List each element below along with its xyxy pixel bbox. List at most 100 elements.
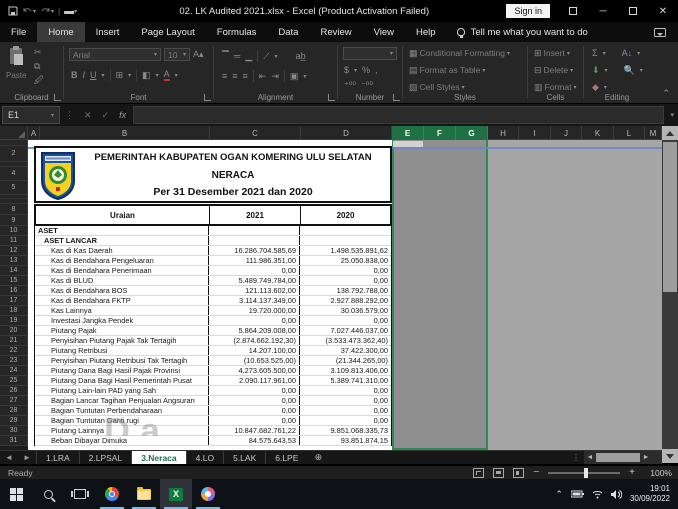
- format-as-table-button[interactable]: ▤ Format as Table▾: [409, 65, 485, 75]
- report-table-header[interactable]: Uraian 2021 2020: [34, 204, 392, 226]
- save-icon[interactable]: [8, 6, 18, 16]
- new-sheet-icon[interactable]: ⊕: [307, 451, 329, 464]
- cell-uraian[interactable]: ASET LANCAR: [35, 236, 209, 245]
- cell-styles-button[interactable]: ▧ Cell Styles▾: [409, 82, 465, 92]
- table-row-29[interactable]: Bagian Tuntutan Ganti rugi0,000,00: [35, 416, 391, 426]
- conditional-formatting-button[interactable]: ▦ Conditional Formatting▾: [409, 48, 510, 58]
- chrome-taskbar-button[interactable]: [96, 479, 128, 509]
- column-header-F[interactable]: F: [424, 126, 456, 140]
- cell-2020[interactable]: [300, 226, 391, 235]
- formula-input[interactable]: [133, 106, 664, 124]
- align-left-icon[interactable]: ≡: [222, 71, 227, 81]
- paint-taskbar-button[interactable]: [192, 479, 224, 509]
- page-break-view-icon[interactable]: [513, 468, 524, 478]
- cell-2020[interactable]: 0,00: [300, 266, 391, 275]
- menu-tab-home[interactable]: Home: [37, 22, 84, 42]
- vertical-scroll-thumb[interactable]: [663, 142, 677, 292]
- cell-2020[interactable]: 1.498.535.891,62: [300, 246, 391, 255]
- cell-2021[interactable]: 14.207.100,00: [209, 346, 300, 355]
- task-view-button[interactable]: [64, 479, 96, 509]
- scroll-up-icon[interactable]: [662, 126, 678, 140]
- row-header-29[interactable]: 29: [0, 416, 28, 426]
- zoom-slider[interactable]: [548, 472, 620, 474]
- tray-expand-icon[interactable]: ⌃: [555, 489, 563, 500]
- cell-2021[interactable]: 84.575.643,53: [209, 436, 300, 445]
- row-header-13[interactable]: 13: [0, 256, 28, 266]
- cell-2020[interactable]: 0,00: [300, 406, 391, 415]
- report-title-block[interactable]: PEMERINTAH KABUPATEN OGAN KOMERING ULU S…: [34, 146, 392, 203]
- cell-2020[interactable]: 0,00: [300, 416, 391, 425]
- row-header-19[interactable]: 19: [0, 316, 28, 326]
- column-header-H[interactable]: H: [488, 126, 519, 140]
- battery-icon[interactable]: [571, 490, 584, 498]
- column-header-A[interactable]: A: [28, 126, 40, 140]
- zoom-in-icon[interactable]: +: [629, 467, 635, 478]
- middle-align-icon[interactable]: ═: [234, 51, 240, 61]
- cell-uraian[interactable]: ASET: [35, 226, 209, 235]
- column-header-D[interactable]: D: [301, 126, 392, 140]
- cell-2020[interactable]: 0,00: [300, 386, 391, 395]
- table-row-18[interactable]: Kas Lainnya19.720.000,0030.036.579,00: [35, 306, 391, 316]
- tab-scroll-left-icon[interactable]: ◄: [0, 451, 18, 464]
- table-row-21[interactable]: Penyisihan Piutang Pajak Tak Tertagih(2.…: [35, 336, 391, 346]
- tab-splitter-icon[interactable]: ⋮: [568, 451, 584, 464]
- taskbar-clock[interactable]: 19:01 30/09/2022: [630, 484, 670, 504]
- menu-tab-insert[interactable]: Insert: [85, 22, 131, 42]
- cell-2020[interactable]: [300, 236, 391, 245]
- undo-icon[interactable]: ▾: [22, 7, 36, 16]
- row-header-30[interactable]: 30: [0, 426, 28, 436]
- cell-2021[interactable]: 121.113.602,00: [209, 286, 300, 295]
- cell-2020[interactable]: 3.109.813.406,00: [300, 366, 391, 375]
- format-painter-icon[interactable]: 🖉: [34, 75, 44, 85]
- cell-2021[interactable]: 0,00: [209, 386, 300, 395]
- clear-icon[interactable]: ◆: [592, 82, 599, 92]
- cell-2020[interactable]: 0,00: [300, 316, 391, 325]
- table-row-16[interactable]: Kas di Bendahara BOS121.113.602,00138.79…: [35, 286, 391, 296]
- column-header-L[interactable]: L: [614, 126, 645, 140]
- sort-filter-icon[interactable]: A↓: [622, 48, 633, 58]
- row-header-10[interactable]: 10: [0, 226, 28, 236]
- cell-2021[interactable]: 4.273.605.500,00: [209, 366, 300, 375]
- font-color-icon[interactable]: A: [164, 69, 170, 81]
- file-explorer-taskbar-button[interactable]: [128, 479, 160, 509]
- cell-uraian[interactable]: Beban Dibayar Dimuka: [35, 436, 209, 445]
- wifi-icon[interactable]: [592, 490, 603, 499]
- cell-2021[interactable]: 5.864.209.008,00: [209, 326, 300, 335]
- row-header-20[interactable]: 20: [0, 326, 28, 336]
- table-row-31[interactable]: Beban Dibayar Dimuka84.575.643,5393.851.…: [35, 436, 391, 446]
- cell-2020[interactable]: 30.036.579,00: [300, 306, 391, 315]
- horizontal-scrollbar[interactable]: ◄ ►: [584, 451, 662, 464]
- format-cells-button[interactable]: ▥ Format▾: [534, 82, 576, 92]
- taskbar-search-button[interactable]: [32, 479, 64, 509]
- scroll-right-icon[interactable]: ►: [640, 454, 652, 461]
- cell-2021[interactable]: 10.847.682.761,22: [209, 426, 300, 435]
- cell-2021[interactable]: (10.653.525,00): [209, 356, 300, 365]
- collapse-ribbon-icon[interactable]: ⌃: [662, 88, 670, 99]
- feedback-comment-icon[interactable]: [654, 28, 666, 37]
- wrap-text-icon[interactable]: ab̲: [296, 51, 306, 61]
- bold-icon[interactable]: B: [71, 70, 78, 80]
- column-header-K[interactable]: K: [582, 126, 614, 140]
- cell-2021[interactable]: [209, 236, 300, 245]
- table-row-12[interactable]: Kas di Kas Daerah16.286.704.585,691.498.…: [35, 246, 391, 256]
- table-row-17[interactable]: Kas di Bendahara FKTP3.114.137.349,002.9…: [35, 296, 391, 306]
- zoom-percentage[interactable]: 100%: [644, 468, 672, 478]
- table-row-11[interactable]: ASET LANCAR: [35, 236, 391, 246]
- table-row-27[interactable]: Bagian Lancar Tagihan Penjualan Angsuran…: [35, 396, 391, 406]
- cell-2020[interactable]: (21.344.265,00): [300, 356, 391, 365]
- cut-icon[interactable]: ✂: [34, 47, 44, 57]
- top-align-icon[interactable]: ▔: [222, 51, 229, 61]
- menu-tab-file[interactable]: File: [0, 22, 37, 42]
- cell-uraian[interactable]: Piutang Lainnya: [35, 426, 209, 435]
- minimize-button[interactable]: ─: [588, 0, 618, 22]
- column-header-B[interactable]: B: [40, 126, 210, 140]
- cell-2021[interactable]: 0,00: [209, 266, 300, 275]
- column-header-J[interactable]: J: [551, 126, 582, 140]
- sign-in-button[interactable]: Sign in: [506, 4, 550, 18]
- cell-uraian[interactable]: Piutang Lain-lain PAD yang Sah: [35, 386, 209, 395]
- cell-uraian[interactable]: Piutang Dana Bagi Hasil Pemerintah Pusat: [35, 376, 209, 385]
- row-header-12[interactable]: 12: [0, 246, 28, 256]
- enter-formula-icon[interactable]: ✓: [97, 110, 115, 121]
- sheet-tab-4.lo[interactable]: 4.LO: [186, 451, 223, 464]
- cell-2020[interactable]: (3.533.473.362,40): [300, 336, 391, 345]
